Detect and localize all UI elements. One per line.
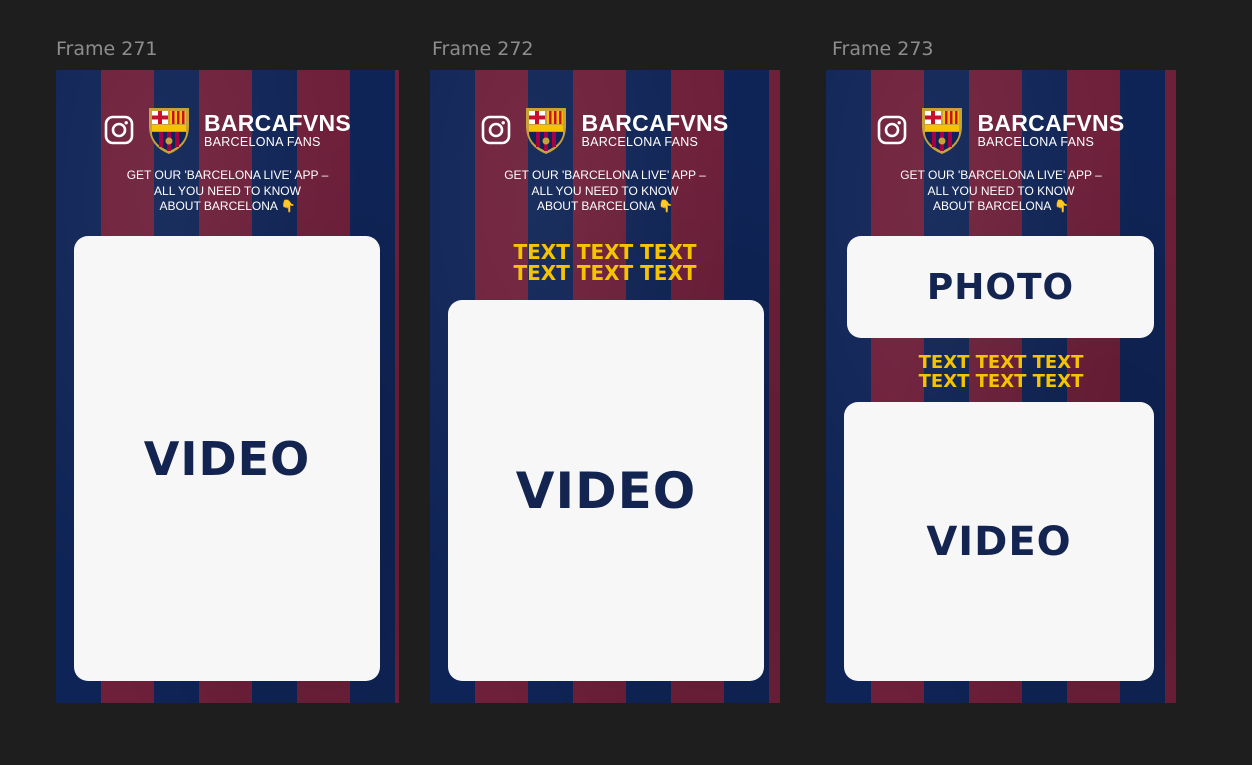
brand-name: BARCAFVNS	[203, 110, 352, 136]
headline-line: TEXT TEXT TEXT	[513, 261, 697, 285]
promo-line: GET OUR 'BARCELONA LIVE' APP –	[900, 168, 1102, 182]
photo-label: PHOTO	[926, 266, 1075, 308]
frame-271[interactable]: BARCAFVNS BARCELONA FANS GET OUR 'BARCEL…	[56, 70, 399, 703]
brand-block: BARCAFVNS BARCELONA FANS	[581, 111, 728, 149]
header: BARCAFVNS BARCELONA FANS	[56, 104, 399, 156]
video-placeholder[interactable]: VIDEO	[74, 236, 380, 681]
brand-name: BARCAFVNS	[977, 110, 1125, 136]
promo-line: ABOUT BARCELONA 👇	[932, 199, 1070, 213]
headline-text: TEXT TEXT TEXT TEXT TEXT TEXT	[826, 353, 1176, 391]
promo-line: GET OUR 'BARCELONA LIVE' APP –	[126, 168, 329, 182]
headline-text: TEXT TEXT TEXT TEXT TEXT TEXT	[430, 242, 780, 284]
promo-text: GET OUR 'BARCELONA LIVE' APP – ALL YOU N…	[430, 168, 780, 215]
headline-line: TEXT TEXT TEXT	[513, 240, 697, 264]
headline-line: TEXT TEXT TEXT	[918, 371, 1084, 392]
promo-line: ALL YOU NEED TO KNOW	[531, 183, 679, 198]
brand-block: BARCAFVNS BARCELONA FANS	[204, 111, 351, 149]
photo-placeholder[interactable]: PHOTO	[847, 236, 1154, 338]
promo-line: ABOUT BARCELONA 👇	[159, 199, 296, 213]
video-placeholder[interactable]: VIDEO	[844, 402, 1154, 681]
frame-272[interactable]: BARCAFVNS BARCELONA FANS GET OUR 'BARCEL…	[430, 70, 780, 703]
brand-subtitle: BARCELONA FANS	[977, 135, 1095, 149]
brand-name: BARCAFVNS	[581, 110, 729, 136]
brand-subtitle: BARCELONA FANS	[203, 135, 321, 149]
promo-text: GET OUR 'BARCELONA LIVE' APP – ALL YOU N…	[56, 168, 399, 215]
frame-label[interactable]: Frame 273	[832, 38, 934, 60]
instagram-icon	[878, 115, 907, 145]
frame-label[interactable]: Frame 271	[56, 38, 158, 60]
instagram-icon	[482, 115, 511, 145]
promo-line: ABOUT BARCELONA 👇	[536, 199, 674, 213]
instagram-icon	[104, 115, 134, 145]
fcb-crest-icon	[922, 108, 963, 154]
brand-block: BARCAFVNS BARCELONA FANS	[977, 111, 1124, 149]
frame-273[interactable]: BARCAFVNS BARCELONA FANS GET OUR 'BARCEL…	[826, 70, 1176, 703]
promo-line: ALL YOU NEED TO KNOW	[927, 183, 1075, 198]
header: BARCAFVNS BARCELONA FANS	[826, 104, 1176, 156]
headline-line: TEXT TEXT TEXT	[918, 352, 1084, 373]
brand-subtitle: BARCELONA FANS	[581, 135, 699, 149]
fcb-crest-icon	[526, 108, 567, 154]
promo-text: GET OUR 'BARCELONA LIVE' APP – ALL YOU N…	[826, 168, 1176, 215]
video-label: VIDEO	[143, 431, 311, 486]
promo-line: GET OUR 'BARCELONA LIVE' APP –	[504, 168, 706, 182]
header: BARCAFVNS BARCELONA FANS	[430, 104, 780, 156]
video-label: VIDEO	[926, 518, 1072, 565]
video-label: VIDEO	[515, 461, 697, 520]
frame-label[interactable]: Frame 272	[432, 38, 534, 60]
fcb-crest-icon	[148, 108, 189, 154]
promo-line: ALL YOU NEED TO KNOW	[154, 183, 301, 198]
video-placeholder[interactable]: VIDEO	[448, 300, 764, 681]
